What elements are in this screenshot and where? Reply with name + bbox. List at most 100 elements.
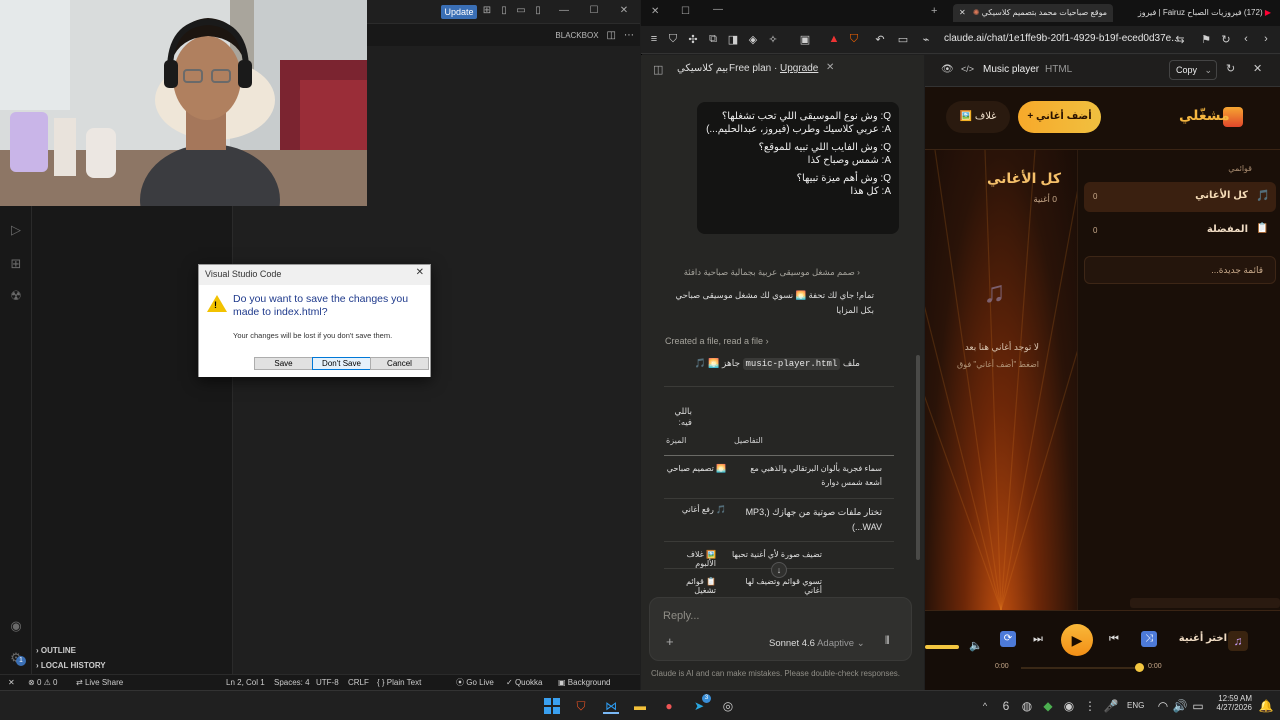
clock[interactable]: 12:59 AM 4/27/2026: [1210, 694, 1252, 712]
chevron-down-icon[interactable]: ⌄: [1204, 61, 1212, 79]
thinking-step[interactable]: ‹ صمم مشغل موسيقى عربية بجمالية صباحية د…: [664, 267, 860, 278]
start-icon[interactable]: [544, 698, 560, 714]
new-tab-icon[interactable]: +: [931, 5, 937, 17]
tab-fairuz[interactable]: ▶ (172) فيروزيات الصباح Fairuz | فيروز: [1117, 4, 1277, 22]
reply-composer[interactable]: Reply... + Sonnet 4.6 Adaptive ⌄ ⫴: [649, 597, 912, 661]
update-button[interactable]: Update: [441, 5, 477, 19]
extensions-icon[interactable]: ✣: [686, 33, 700, 46]
new-playlist-input[interactable]: قائمة جديدة...: [1084, 256, 1276, 284]
encoding[interactable]: UTF-8: [316, 675, 339, 690]
show-hidden-icons-icon[interactable]: ^: [977, 698, 993, 714]
account-icon[interactable]: ◉: [6, 616, 26, 636]
bookmark-icon[interactable]: ⚑: [1199, 33, 1213, 46]
back-icon[interactable]: ‹: [1239, 33, 1253, 45]
code-view-icon[interactable]: </>: [961, 64, 974, 74]
run-debug-icon[interactable]: ▷: [6, 220, 26, 240]
playlist-item-favorites[interactable]: 📋 المفضلة 0: [1084, 216, 1276, 246]
tab-active[interactable]: ✕ موقع صباحيات محمد بتصميم كلاسيكي ✺: [953, 4, 1113, 22]
brave-rewards-icon[interactable]: ▲: [827, 33, 841, 45]
panel-toggle-icon[interactable]: ▭: [514, 4, 528, 18]
dialog-close-icon[interactable]: ✕: [416, 267, 424, 278]
close-artifact-icon[interactable]: ✕: [1253, 62, 1262, 75]
shield-icon[interactable]: ⛉: [666, 33, 680, 46]
local-history-section[interactable]: › LOCAL HISTORY: [36, 659, 106, 673]
extensions-icon[interactable]: ⊞: [6, 254, 26, 274]
secondary-sidebar-icon[interactable]: ▯: [531, 4, 545, 18]
repeat-icon[interactable]: ⟳: [1000, 631, 1016, 647]
model-selector[interactable]: Sonnet 4.6 Adaptive ⌄: [769, 638, 865, 649]
brave-shield-icon[interactable]: ⛉: [847, 33, 861, 46]
tabs-icon[interactable]: ⧉: [706, 33, 720, 46]
cursor-position[interactable]: Ln 2, Col 1: [226, 675, 265, 690]
sidebar-toggle-icon[interactable]: ▯: [497, 4, 511, 18]
brave-icon[interactable]: ⛉: [573, 698, 589, 714]
tray-app-icon[interactable]: 6: [998, 698, 1014, 714]
progress-track[interactable]: [1021, 667, 1139, 669]
maximize-icon[interactable]: ☐: [587, 4, 601, 18]
wallet-icon[interactable]: ◈: [746, 33, 760, 46]
split-editor-icon[interactable]: ◫: [607, 30, 616, 41]
add-songs-button[interactable]: + أضف أغاني: [1018, 101, 1101, 133]
minimize-icon[interactable]: —: [557, 4, 571, 18]
progress-thumb[interactable]: [1135, 663, 1144, 672]
alien-extension-icon[interactable]: ☢: [6, 286, 26, 306]
chrome-icon[interactable]: ◎: [720, 698, 736, 714]
outline-section[interactable]: › OUTLINE: [36, 644, 76, 658]
file-step[interactable]: Created a file, read a file ›: [665, 336, 769, 346]
copy-button[interactable]: Copy ⌄: [1169, 60, 1217, 80]
quokka-button[interactable]: ✓ Quokka: [506, 675, 543, 690]
next-track-icon[interactable]: ⏭: [1033, 633, 1043, 646]
menu-icon[interactable]: ≡: [647, 33, 661, 45]
sidebar-scrollbar[interactable]: [1130, 598, 1280, 608]
vscode-icon[interactable]: ⋈: [603, 698, 619, 714]
preview-eye-icon[interactable]: 👁: [941, 64, 954, 75]
playlist-item-all[interactable]: 🎵 كل الأغاني 0: [1084, 182, 1276, 212]
more-actions-icon[interactable]: ⋯: [624, 30, 634, 41]
go-live-button[interactable]: ⦿ Go Live: [456, 675, 494, 690]
add-attachment-icon[interactable]: +: [666, 634, 674, 649]
notifications-icon[interactable]: 🔔: [1258, 698, 1274, 714]
share-icon[interactable]: ⌁: [919, 33, 933, 46]
background-button[interactable]: ▣ Background: [558, 675, 610, 690]
back-history-icon[interactable]: ↶: [873, 33, 887, 46]
volume-icon[interactable]: 🔈: [969, 639, 983, 652]
volume-icon[interactable]: 🔊: [1172, 698, 1188, 714]
dont-save-button[interactable]: Don't Save: [312, 357, 371, 370]
leo-icon[interactable]: ✧: [766, 33, 780, 46]
layout-toggle-icon[interactable]: ⊞: [480, 4, 494, 18]
refresh-icon[interactable]: ↻: [1226, 62, 1235, 75]
minimize-icon[interactable]: —: [713, 4, 723, 15]
address-bar[interactable]: claude.ai/chat/1e1ffe9b-20f1-4929-b19f-e…: [944, 33, 1180, 44]
scroll-down-icon[interactable]: ↓: [771, 562, 787, 578]
wifi-icon[interactable]: ◠: [1155, 698, 1171, 714]
dismiss-plan-icon[interactable]: ✕: [826, 62, 834, 73]
problems-indicator[interactable]: ⊗ 0 ⚠ 0: [28, 675, 57, 690]
reader-icon[interactable]: ▣: [798, 33, 812, 46]
language-mode[interactable]: { } Plain Text: [377, 675, 421, 690]
battery-icon[interactable]: ▭: [1190, 698, 1206, 714]
save-button[interactable]: Save: [254, 357, 313, 370]
file-name-code[interactable]: music-player.html: [742, 358, 841, 370]
tray-app-icon[interactable]: ◉: [1061, 698, 1077, 714]
upgrade-link[interactable]: Upgrade: [780, 63, 818, 74]
reply-input[interactable]: Reply...: [663, 610, 699, 622]
cover-button[interactable]: 🖼️ غلاف: [946, 101, 1010, 133]
close-icon[interactable]: ✕: [617, 4, 631, 18]
tab-close-icon[interactable]: ✕: [959, 4, 966, 22]
file-explorer-icon[interactable]: ▬: [632, 698, 648, 714]
forward-icon[interactable]: ›: [1259, 33, 1273, 45]
live-share-button[interactable]: ⇄ Live Share: [76, 675, 123, 690]
shuffle-icon[interactable]: ⤨: [1141, 631, 1157, 647]
tray-app-icon[interactable]: ◆: [1040, 698, 1056, 714]
microphone-icon[interactable]: 🎤: [1103, 698, 1119, 714]
restore-icon[interactable]: ☐: [681, 6, 690, 17]
reload-icon[interactable]: ↻: [1219, 33, 1233, 46]
tray-app-icon[interactable]: ◍: [1019, 698, 1035, 714]
app-icon[interactable]: ●: [661, 698, 677, 714]
cast-icon[interactable]: ▭: [896, 33, 910, 46]
remote-icon[interactable]: ✕: [8, 675, 15, 690]
tray-app-icon[interactable]: ⋮: [1082, 698, 1098, 714]
language-indicator[interactable]: ENG: [1127, 701, 1144, 710]
close-window-icon[interactable]: ✕: [651, 6, 659, 17]
chat-scrollbar[interactable]: [916, 355, 920, 560]
